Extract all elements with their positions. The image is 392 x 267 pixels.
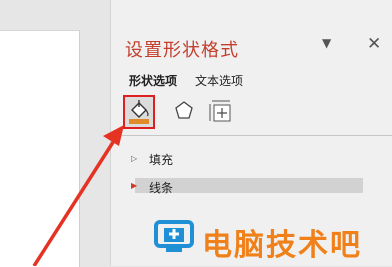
pointer-arrow bbox=[32, 125, 124, 266]
